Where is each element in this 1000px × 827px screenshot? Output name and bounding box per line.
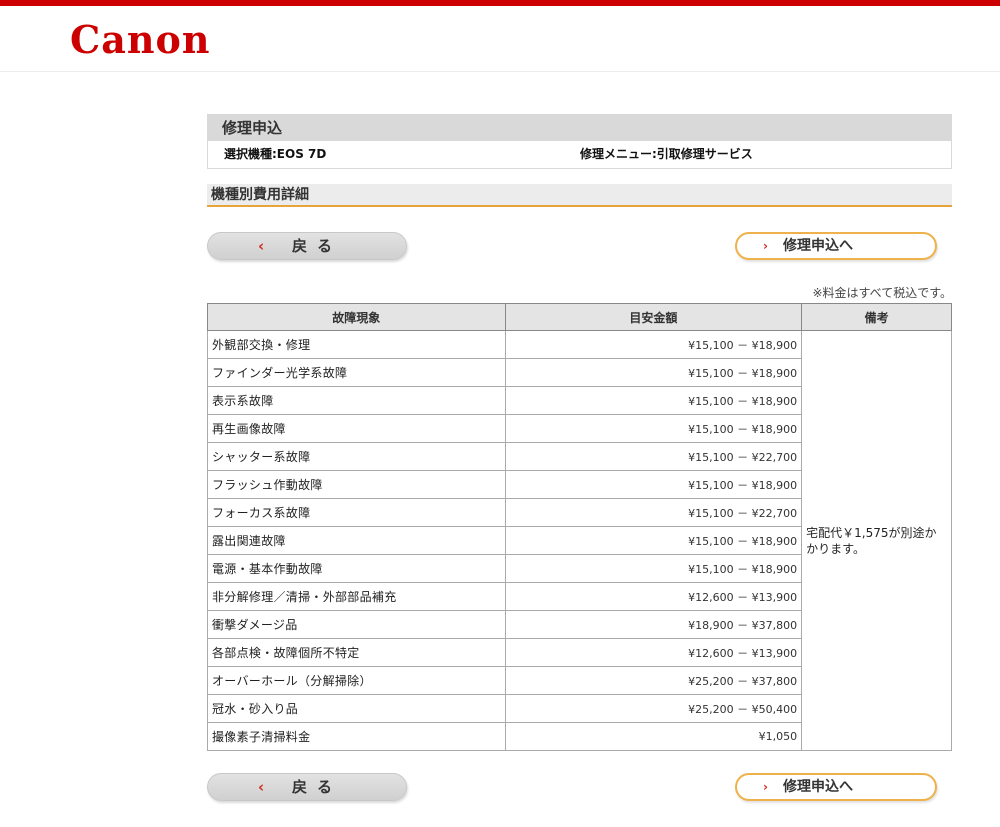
site-header: Canon	[0, 6, 1000, 72]
price-cell: ¥18,900 － ¥37,800	[504, 610, 803, 639]
fee-table: 故障現象 目安金額 備考 外観部交換・修理 ¥15,100 － ¥18,900 宅配…	[207, 303, 952, 751]
chevron-left-icon: ‹	[258, 778, 265, 796]
fee-detail-title: 機種別費用詳細	[207, 184, 952, 207]
repair-request-panel: 修理申込 選択機種:EOS 7D 修理メニュー:引取修理サービス	[207, 114, 952, 169]
symptom-cell: 冠水・砂入り品	[207, 694, 506, 723]
symptom-cell: フラッシュ作動故障	[207, 470, 506, 499]
price-cell: ¥12,600 － ¥13,900	[504, 582, 803, 611]
price-cell: ¥15,100 － ¥18,900	[504, 386, 803, 415]
table-header-row: 故障現象 目安金額 備考	[207, 303, 952, 331]
price-cell: ¥15,100 － ¥22,700	[504, 498, 803, 527]
symptom-cell: 衝撃ダメージ品	[207, 610, 506, 639]
apply-repair-button-label: 修理申込へ	[783, 779, 853, 795]
symptom-cell: 各部点検・故障個所不特定	[207, 638, 506, 667]
symptom-cell: 撮像素子清掃料金	[207, 722, 506, 751]
price-cell: ¥25,200 － ¥50,400	[504, 694, 803, 723]
column-header-symptom: 故障現象	[207, 303, 506, 331]
symptom-cell: オーバーホール（分解掃除）	[207, 666, 506, 695]
tax-note: ※料金はすべて税込です。	[812, 286, 952, 300]
back-button-label: 戻る	[292, 237, 343, 255]
chevron-right-icon: ›	[763, 239, 768, 253]
selection-info: 選択機種:EOS 7D 修理メニュー:引取修理サービス	[208, 141, 951, 168]
canon-logo[interactable]: Canon	[70, 18, 210, 62]
symptom-cell: シャッター系故障	[207, 442, 506, 471]
main-content: 修理申込 選択機種:EOS 7D 修理メニュー:引取修理サービス 機種別費用詳細…	[207, 114, 952, 809]
apply-repair-button[interactable]: › 修理申込へ	[735, 232, 937, 260]
remark-cell: 宅配代￥1,575が別途かかります。	[801, 330, 952, 751]
price-cell: ¥15,100 － ¥18,900	[504, 358, 803, 387]
selected-model: 選択機種:EOS 7D	[224, 147, 327, 161]
back-button-bottom[interactable]: ‹ 戻る	[207, 773, 407, 801]
price-cell: ¥15,100 － ¥18,900	[504, 414, 803, 443]
price-cell: ¥15,100 － ¥18,900	[504, 470, 803, 499]
bottom-button-row: ‹ 戻る › 修理申込へ	[207, 773, 952, 809]
symptom-cell: 再生画像故障	[207, 414, 506, 443]
symptom-cell: 非分解修理／清掃・外部部品補充	[207, 582, 506, 611]
price-cell: ¥12,600 － ¥13,900	[504, 638, 803, 667]
symptom-cell: フォーカス系故障	[207, 498, 506, 527]
price-cell: ¥15,100 － ¥18,900	[504, 330, 803, 359]
apply-repair-button-label: 修理申込へ	[783, 238, 853, 254]
symptom-cell: 外観部交換・修理	[207, 330, 506, 359]
back-button-label: 戻る	[292, 778, 343, 796]
repair-menu: 修理メニュー:引取修理サービス	[580, 147, 753, 161]
symptom-cell: 電源・基本作動故障	[207, 554, 506, 583]
price-cell: ¥25,200 － ¥37,800	[504, 666, 803, 695]
fee-table-body: 外観部交換・修理 ¥15,100 － ¥18,900 宅配代￥1,575が別途かかり…	[207, 330, 952, 751]
column-header-remarks: 備考	[801, 303, 952, 331]
symptom-cell: 露出関連故障	[207, 526, 506, 555]
top-button-row: ‹ 戻る › 修理申込へ	[207, 232, 952, 268]
chevron-left-icon: ‹	[258, 237, 265, 255]
apply-repair-button-bottom[interactable]: › 修理申込へ	[735, 773, 937, 801]
price-cell: ¥15,100 － ¥18,900	[504, 526, 803, 555]
table-row: 外観部交換・修理 ¥15,100 － ¥18,900 宅配代￥1,575が別途かかり…	[207, 330, 952, 751]
column-header-price: 目安金額	[504, 303, 803, 331]
back-button[interactable]: ‹ 戻る	[207, 232, 407, 260]
repair-request-title: 修理申込	[208, 115, 951, 141]
price-cell: ¥15,100 － ¥22,700	[504, 442, 803, 471]
chevron-right-icon: ›	[763, 780, 768, 794]
price-cell: ¥1,050	[504, 722, 803, 751]
price-cell: ¥15,100 － ¥18,900	[504, 554, 803, 583]
symptom-cell: 表示系故障	[207, 386, 506, 415]
symptom-cell: ファインダー光学系故障	[207, 358, 506, 387]
